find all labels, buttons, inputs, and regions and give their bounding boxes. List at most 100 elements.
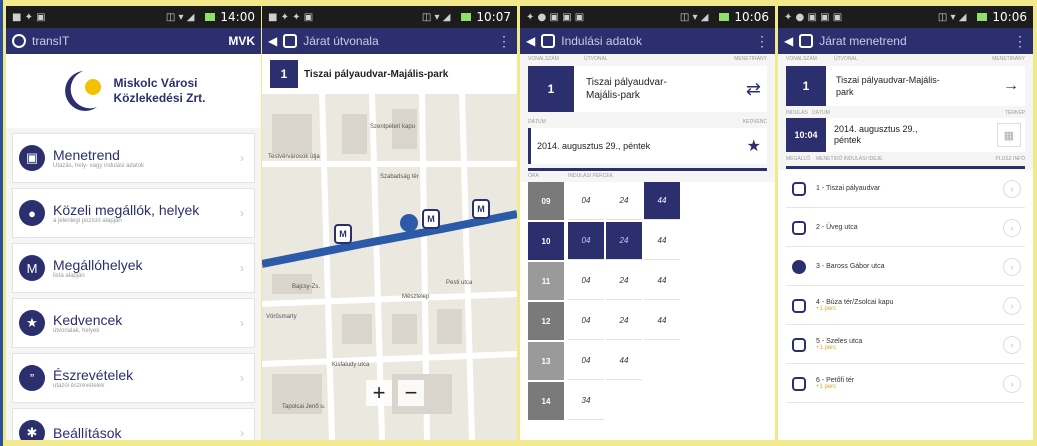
menu-item-menetrend[interactable]: ▣ Menetrend Utazás, hely- vagy indulási a… [12, 133, 255, 183]
battery-icon [205, 13, 216, 21]
stop-marker-icon [792, 220, 806, 235]
back-arrow-icon[interactable]: ◀ [268, 34, 277, 48]
stop-marker-icon[interactable]: M [422, 209, 440, 229]
phone-screen-trip-schedule: ✦ ● ▣ ▣ ▣ ◫ ▾ ◢ 10:06 ◀ Járat menetrend ⋮… [778, 6, 1033, 440]
minute-cell[interactable]: 04 [568, 262, 604, 300]
map-label: Pesti utca [446, 280, 473, 286]
stop-note: +1 perc [816, 306, 837, 312]
col-header: VONALSZÁM [786, 56, 817, 62]
stop-name: 1 - Tiszai pályaudvar [816, 185, 881, 192]
menu-sublabel: a jelenlegi pozíció alapján [53, 218, 122, 224]
zoom-out-button[interactable]: − [398, 380, 424, 406]
menu-item-kozeli[interactable]: ● Közeli megállók, helyek a jelenlegi poz… [12, 188, 255, 238]
stop-marker-icon [792, 337, 806, 352]
col-header: INDULÁSI PERCEK [568, 173, 614, 179]
logo-line-1: Miskolc Városi [113, 76, 198, 90]
col-header: ÓRA [528, 173, 539, 179]
minute-cell[interactable]: 04 [568, 342, 604, 380]
col-header: PLUSZ INFÓ [995, 156, 1025, 162]
back-arrow-icon[interactable]: ◀ [526, 34, 535, 48]
col-header: ÚTVONAL [834, 56, 858, 62]
menu-item-megallohelyek[interactable]: M Megállóhelyek lista alapján › [12, 243, 255, 293]
status-time: 10:06 [734, 10, 769, 24]
zoom-in-button[interactable]: + [366, 380, 392, 406]
notification-icons: ✦ ● ▣ ▣ ▣ [526, 11, 585, 23]
app-bar: ◀ Járat útvonala ⋮ [262, 28, 517, 54]
stop-marker-icon[interactable]: M [334, 224, 352, 244]
bus-position-icon [400, 214, 418, 232]
map-label: Szabadság tér [380, 174, 419, 180]
chevron-right-icon: › [1003, 179, 1021, 198]
gear-icon: ✱ [19, 420, 45, 440]
minute-cell[interactable]: 04 [568, 302, 604, 340]
bus-icon [283, 34, 298, 48]
chevron-right-icon: › [1003, 374, 1021, 393]
phone-screen-departures: ✦ ● ▣ ▣ ▣ ◫ ▾ ◢ 10:06 ◀ Indulási adatok ⋮… [520, 6, 775, 440]
battery-icon [461, 13, 472, 21]
direction-arrow-icon[interactable]: → [1003, 77, 1019, 95]
route-name-line: Tiszai pályaudvar- [586, 77, 667, 88]
minute-cell[interactable]: 34 [568, 382, 604, 420]
menu-sublabel: utazói észrevételek [53, 383, 105, 389]
menu-item-kedvencek[interactable]: ★ Kedvencek útvonalak, helyek › [12, 298, 255, 348]
menu-sublabel: Utazás, hely- vagy indulási adatok [53, 163, 145, 169]
map-label: Szentpéteri kapu [370, 124, 416, 130]
route-card: 1 Tiszai pályaudvar-Majális- park → [786, 66, 1025, 106]
minute-cell-selected[interactable]: 24 [606, 222, 642, 260]
menu-item-beallitasok[interactable]: ✱ Beállítások › [12, 408, 255, 440]
minute-cell[interactable]: 44 [644, 302, 680, 340]
minute-cell[interactable]: 04 [568, 182, 604, 220]
chevron-right-icon: › [1003, 335, 1021, 354]
zoom-controls: + − [366, 380, 424, 406]
stop-name: 4 - Búza tér/Zsolcai kapu [816, 299, 894, 306]
star-icon[interactable]: ★ [747, 136, 761, 156]
schedule-grid: 09 04 24 44 10 04 24 44 11 04 24 44 12 0… [520, 182, 775, 440]
bus-icon: ▣ [19, 145, 45, 171]
app-bar: transIT MVK [6, 28, 261, 54]
stop-row[interactable]: 1 - Tiszai pályaudvar › [786, 170, 1025, 208]
stop-marker-icon[interactable]: M [472, 199, 490, 219]
overflow-menu-icon[interactable]: ⋮ [755, 33, 769, 50]
app-bar: ◀ Indulási adatok ⋮ [520, 28, 775, 54]
chevron-right-icon: › [240, 151, 244, 165]
route-name-line: Majális-park [586, 90, 640, 101]
minute-cell-selected[interactable]: 04 [568, 222, 604, 260]
overflow-menu-icon[interactable]: ⋮ [1013, 33, 1027, 50]
bus-icon [541, 34, 556, 48]
minute-cell[interactable]: 24 [606, 182, 642, 220]
minute-cell[interactable]: 44 [644, 222, 680, 260]
hour-cell: 09 [528, 182, 564, 220]
col-header: MENETIDŐ INDULÁSI IDEJE [816, 156, 883, 162]
stop-row[interactable]: 5 - Szeles utca +1 perc › [786, 326, 1025, 364]
minute-cell[interactable]: 44 [606, 342, 642, 380]
stop-row[interactable]: 2 - Üveg utca › [786, 209, 1025, 247]
app-title: transIT [32, 34, 70, 48]
minute-cell[interactable]: 44 [644, 262, 680, 300]
map-label: Kisfaludy utca [332, 362, 370, 368]
swap-direction-icon[interactable]: ⇄ [746, 79, 761, 100]
stop-row[interactable]: 4 - Búza tér/Zsolcai kapu +1 perc › [786, 287, 1025, 325]
col-header: MENETIRÁNY [992, 56, 1025, 62]
hour-cell: 13 [528, 342, 564, 380]
stop-row[interactable]: 3 - Baross Gábor utca › [786, 248, 1025, 286]
map-label: Vörösmarty [266, 314, 297, 320]
date-selector[interactable]: 2014. augusztus 29., péntek ★ [528, 128, 767, 164]
stop-row[interactable]: 6 - Petőfi tér +1 perc › [786, 365, 1025, 403]
overflow-menu-icon[interactable]: ⋮ [497, 33, 511, 50]
minute-cell-selected[interactable]: 44 [644, 182, 680, 220]
map-icon[interactable]: ▦ [997, 123, 1021, 147]
route-card: 1 Tiszai pályaudvar- Majális-park ⇄ [528, 66, 767, 112]
logo-line-2: Közlekedési Zrt. [113, 91, 206, 105]
status-bar: ✦ ● ▣ ▣ ▣ ◫ ▾ ◢ 10:06 [520, 6, 775, 28]
signal-icons: ◫ ▾ ◢ [937, 11, 967, 23]
back-arrow-icon[interactable]: ◀ [784, 34, 793, 48]
menu-item-eszrevetelek[interactable]: ” Észrevételek utazói észrevételek › [12, 353, 255, 403]
col-header: DÁTUM [812, 110, 830, 116]
menu-label: Menetrend [53, 147, 120, 163]
departure-time-badge: 10:04 [786, 118, 826, 152]
status-time: 10:06 [992, 10, 1027, 24]
stop-marker-icon [792, 376, 806, 391]
minute-cell[interactable]: 24 [606, 302, 642, 340]
date-line: 2014. augusztus 29., [834, 124, 918, 134]
minute-cell[interactable]: 24 [606, 262, 642, 300]
